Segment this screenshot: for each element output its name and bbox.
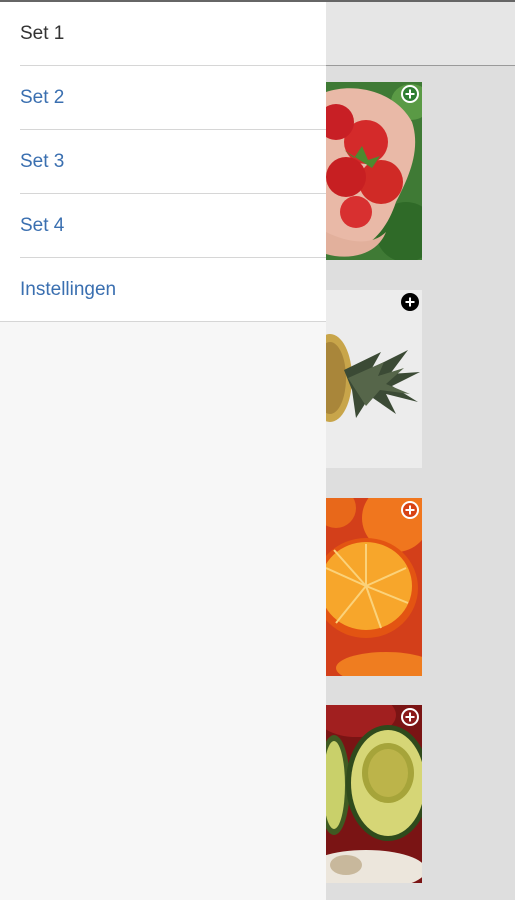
navigation-drawer: Set 1 Set 2 Set 3 Set 4 Instellingen [0,2,326,900]
menu-item-settings[interactable]: Instellingen [0,258,326,322]
plus-circle-icon[interactable] [400,292,420,312]
avocado-image [326,705,422,883]
drawer-menu: Set 1 Set 2 Set 3 Set 4 Instellingen [0,2,326,322]
fruit-tile-strawberries[interactable] [326,82,422,260]
menu-item-set-1[interactable]: Set 1 [20,2,326,66]
oranges-image [326,498,422,676]
plus-circle-icon[interactable] [400,84,420,104]
plus-circle-icon[interactable] [400,500,420,520]
menu-item-set-4[interactable]: Set 4 [20,194,326,258]
strawberries-image [326,82,422,260]
menu-item-set-3[interactable]: Set 3 [20,130,326,194]
fruit-tile-oranges[interactable] [326,498,422,676]
plus-circle-icon[interactable] [400,707,420,727]
fruit-tile-avocado[interactable] [326,705,422,883]
menu-item-set-2[interactable]: Set 2 [20,66,326,130]
fruit-tile-pineapple[interactable] [326,290,422,468]
pineapple-image [326,290,422,468]
